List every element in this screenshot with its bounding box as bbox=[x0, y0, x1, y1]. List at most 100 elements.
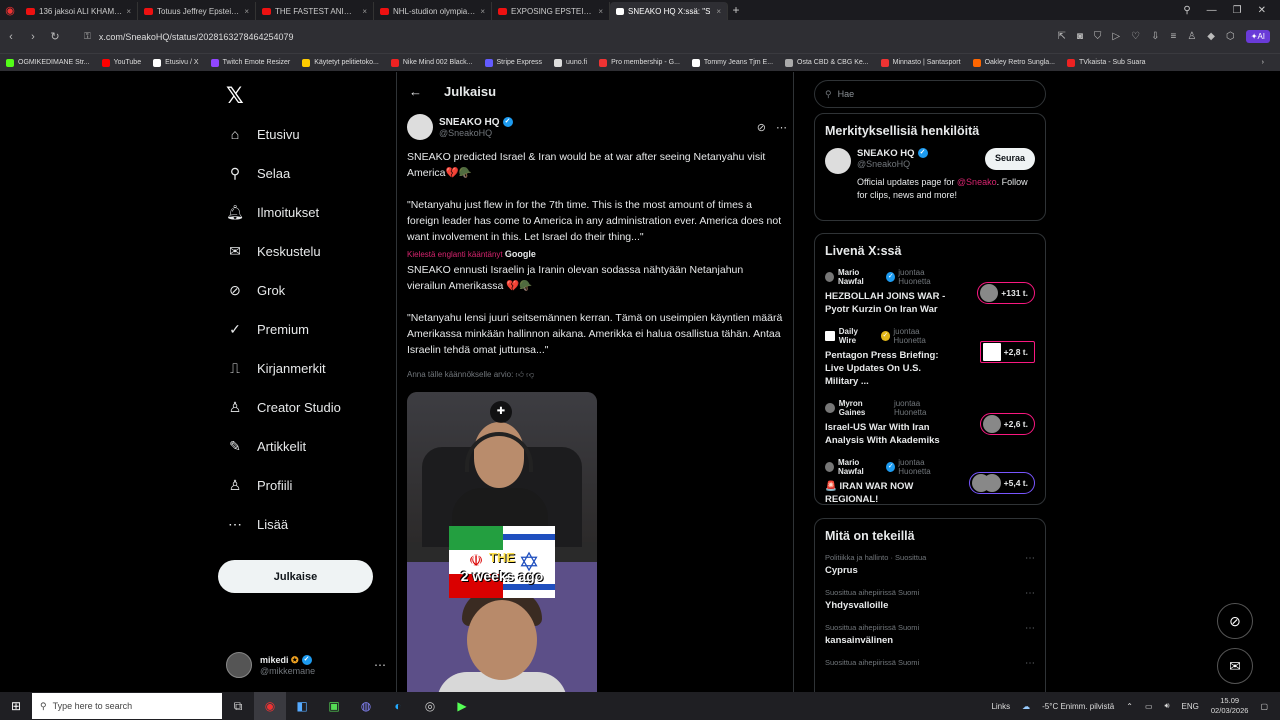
play-icon[interactable]: ▷ bbox=[1112, 31, 1120, 42]
browser-tab[interactable]: THE FASTEST ANIMATRONI× bbox=[256, 2, 374, 20]
more-icon[interactable]: ⋯ bbox=[1025, 658, 1035, 670]
bookmark[interactable]: uuno.fi bbox=[554, 58, 587, 67]
download-icon[interactable]: ⇩ bbox=[1151, 31, 1159, 42]
discord-icon[interactable]: ◍ bbox=[350, 692, 382, 720]
live-space[interactable]: Mario Nawfal ✓ juontaa Huonetta HEZBOLLAH … bbox=[825, 268, 1035, 316]
translation-note[interactable]: Kielestä englanti kääntänyt Google bbox=[407, 249, 536, 259]
bookmarks-overflow-icon[interactable]: › bbox=[1262, 59, 1280, 66]
links-toolbar[interactable]: Links bbox=[991, 702, 1010, 711]
bookmark[interactable]: YouTube bbox=[101, 58, 141, 67]
browser-tab-active[interactable]: SNEAKO HQ X:ssä: "S × bbox=[610, 2, 728, 20]
close-tab-icon[interactable]: × bbox=[594, 7, 603, 16]
thumbs-down-icon[interactable]: 👎︎ bbox=[526, 370, 534, 379]
nav-item-messages[interactable]: ✉ Keskustelu bbox=[226, 243, 320, 260]
app-icon[interactable]: ◧ bbox=[286, 692, 318, 720]
more-icon[interactable]: ⋯ bbox=[374, 658, 386, 672]
bookmark[interactable]: Osta CBD & CBG Ke... bbox=[785, 58, 869, 67]
cube-icon[interactable]: ⬡ bbox=[1226, 31, 1235, 42]
clock[interactable]: 15.09 02/03/2026 bbox=[1211, 696, 1249, 716]
bookmark[interactable]: Nike Mind 002 Black... bbox=[390, 58, 473, 67]
grok-fab-icon[interactable]: ⊘ bbox=[1217, 603, 1253, 639]
opera-gx-icon[interactable]: ◉ bbox=[254, 692, 286, 720]
nav-item-premium[interactable]: ✓ Premium bbox=[226, 321, 309, 338]
language-indicator[interactable]: ENG bbox=[1182, 702, 1199, 711]
camera-icon[interactable]: ◙ bbox=[1077, 31, 1083, 42]
site-info-icon[interactable]: ⚿ bbox=[84, 31, 91, 42]
bookmark[interactable]: TVkaista - Sub Suara bbox=[1067, 58, 1146, 67]
shield-icon[interactable]: ⛉ bbox=[1094, 31, 1102, 42]
forward-icon[interactable]: › bbox=[22, 31, 44, 43]
nav-item-more[interactable]: ⋯ Lisää bbox=[226, 516, 288, 533]
more-icon[interactable]: ⋯ bbox=[776, 121, 787, 134]
trend-item[interactable]: Suosittua aihepiirissä Suomi kansainvälin… bbox=[825, 623, 1035, 646]
bookmark[interactable]: Pro membership - G... bbox=[599, 58, 680, 67]
trend-item[interactable]: Suosittua aihepiirissä Suomi Yhdysvalloil… bbox=[825, 588, 1035, 611]
bookmark[interactable]: Tommy Jeans Tjm E... bbox=[691, 58, 773, 67]
close-tab-icon[interactable]: × bbox=[240, 7, 249, 16]
network-icon[interactable]: ▭ bbox=[1145, 702, 1153, 711]
chevron-up-icon[interactable]: ⌃ bbox=[1126, 702, 1133, 711]
bookmark[interactable]: Minnasto | Santasport bbox=[880, 58, 961, 67]
notifications-icon[interactable]: ▢ bbox=[1260, 702, 1268, 711]
taskbar-search[interactable]: ⚲ Type here to search bbox=[32, 693, 222, 719]
ai-button[interactable]: ✦AI bbox=[1245, 30, 1270, 43]
trend-item[interactable]: Suosittua aihepiirissä Suomi ⋯ bbox=[825, 658, 1035, 670]
grok-analyze-icon[interactable]: ✚ bbox=[490, 401, 512, 423]
nav-item-profile[interactable]: ♙ Profiili bbox=[226, 477, 293, 494]
nav-item-notifications[interactable]: 🔔︎ Ilmoitukset bbox=[226, 204, 319, 221]
trend-item[interactable]: Politiikka ja hallinto · Suosittua Cyprus… bbox=[825, 553, 1035, 576]
author-handle[interactable]: @SneakoHQ bbox=[439, 128, 513, 138]
nav-item-articles[interactable]: ✎ Artikkelit bbox=[226, 438, 306, 455]
bookmark[interactable]: Twitch Emote Resizer bbox=[210, 58, 290, 67]
extension-icon[interactable]: ◆ bbox=[1207, 31, 1215, 42]
share-icon[interactable]: ⇱ bbox=[1057, 31, 1065, 42]
live-space[interactable]: Daily Wire ✓ juontaa Huonetta Pentagon Pre… bbox=[825, 327, 1035, 388]
browser-tab[interactable]: NHL-studion olympiatuol × bbox=[374, 2, 492, 20]
thumbs-up-icon[interactable]: 👍︎ bbox=[516, 370, 524, 379]
more-icon[interactable]: ⋯ bbox=[1025, 553, 1035, 576]
close-tab-icon[interactable]: × bbox=[476, 7, 485, 16]
x-logo-icon[interactable]: 𝕏 bbox=[226, 84, 244, 109]
follow-button[interactable]: Seuraa bbox=[984, 148, 1035, 170]
search-input[interactable] bbox=[837, 89, 1028, 99]
weather-text[interactable]: -5°C Enimm. pilvistä bbox=[1042, 702, 1114, 711]
nav-item-creator-studio[interactable]: ♙ Creator Studio bbox=[226, 399, 341, 416]
app-icon[interactable]: ▣ bbox=[318, 692, 350, 720]
grok-explain-icon[interactable]: ⊘ bbox=[757, 121, 766, 134]
bookmark[interactable]: Etusivu / X bbox=[153, 58, 199, 67]
avatar[interactable] bbox=[825, 148, 851, 174]
live-space[interactable]: Mario Nawfal ✓ juontaa Huonetta 🚨 IRAN WAR… bbox=[825, 458, 1035, 506]
account-switcher[interactable]: mikedi ✪ ✓ @mikkemane ⋯ bbox=[226, 648, 386, 682]
reload-icon[interactable]: ↻ bbox=[44, 30, 66, 43]
edge-icon[interactable]: ◐ bbox=[382, 692, 414, 720]
nav-item-home[interactable]: ⌂ Etusivu bbox=[226, 126, 300, 142]
volume-icon[interactable]: 🔊︎ bbox=[1165, 701, 1170, 711]
more-icon[interactable]: ⋯ bbox=[1025, 623, 1035, 646]
task-view-icon[interactable]: ⧉ bbox=[222, 692, 254, 720]
new-tab-icon[interactable]: + bbox=[728, 3, 744, 17]
bookmark[interactable]: Stripe Express bbox=[484, 58, 542, 67]
author-name[interactable]: SNEAKO HQ bbox=[439, 117, 500, 128]
url-field[interactable]: ⚿ x.com/SneakoHQ/status/2028163278464254… bbox=[76, 26, 976, 48]
browser-tab[interactable]: 136 jaksoi ALI KHAMENEI× bbox=[20, 2, 138, 20]
mention-link[interactable]: @Sneako bbox=[957, 177, 997, 187]
close-tab-icon[interactable]: × bbox=[358, 7, 367, 16]
app-icon[interactable]: ▶ bbox=[446, 692, 478, 720]
bookmark[interactable]: Oakley Retro Sungla... bbox=[972, 58, 1055, 67]
post-button[interactable]: Julkaise bbox=[218, 560, 373, 593]
bookmark[interactable]: Käytetyt pelitietoko... bbox=[302, 58, 379, 67]
heart-icon[interactable]: ♡ bbox=[1131, 31, 1140, 42]
maximize-icon[interactable]: ❐ bbox=[1233, 5, 1242, 16]
tweet-video[interactable]: ☫ ✡ THE 2 weeks ago ✚ bbox=[407, 392, 597, 692]
close-window-icon[interactable]: ✕ bbox=[1258, 5, 1266, 16]
search-tabs-icon[interactable]: ⚲ bbox=[1183, 5, 1190, 16]
steam-icon[interactable]: ◎ bbox=[414, 692, 446, 720]
author-avatar[interactable] bbox=[407, 114, 433, 140]
profile-icon[interactable]: ♙ bbox=[1187, 31, 1196, 42]
live-space[interactable]: Myron Gaines juontaa Huonetta Israel-US W… bbox=[825, 399, 1035, 447]
search-box[interactable]: ⚲ bbox=[814, 80, 1046, 108]
minimize-icon[interactable]: — bbox=[1207, 5, 1217, 16]
close-tab-icon[interactable]: × bbox=[122, 7, 131, 16]
more-icon[interactable]: ⋯ bbox=[1025, 588, 1035, 611]
user-name[interactable]: SNEAKO HQ bbox=[857, 148, 915, 159]
